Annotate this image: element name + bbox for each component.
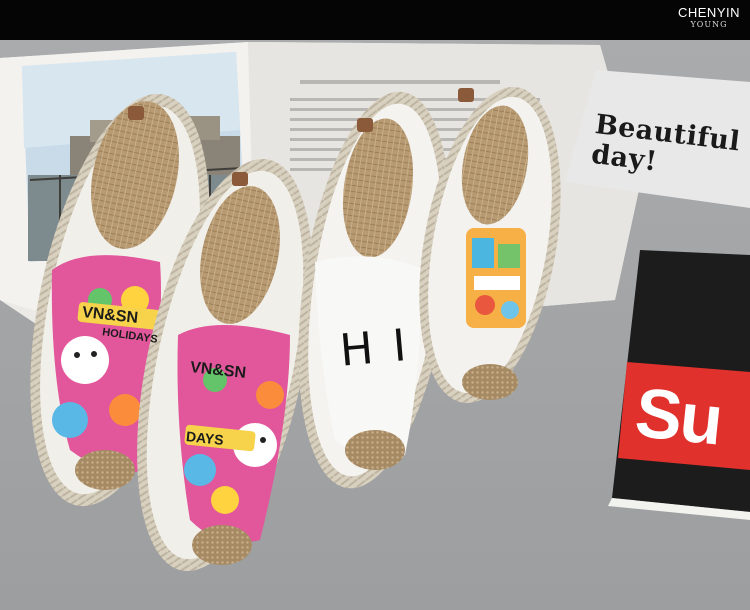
product-photo: CHENYIN YOUNG Beautiful day! Su VN&SN HO…: [0, 0, 750, 610]
book-logo-text: Su: [631, 372, 725, 460]
shoe-graphic-art: [466, 228, 526, 328]
shoe-print-hi: HI: [337, 318, 429, 377]
photo-illustration: [0, 42, 750, 572]
